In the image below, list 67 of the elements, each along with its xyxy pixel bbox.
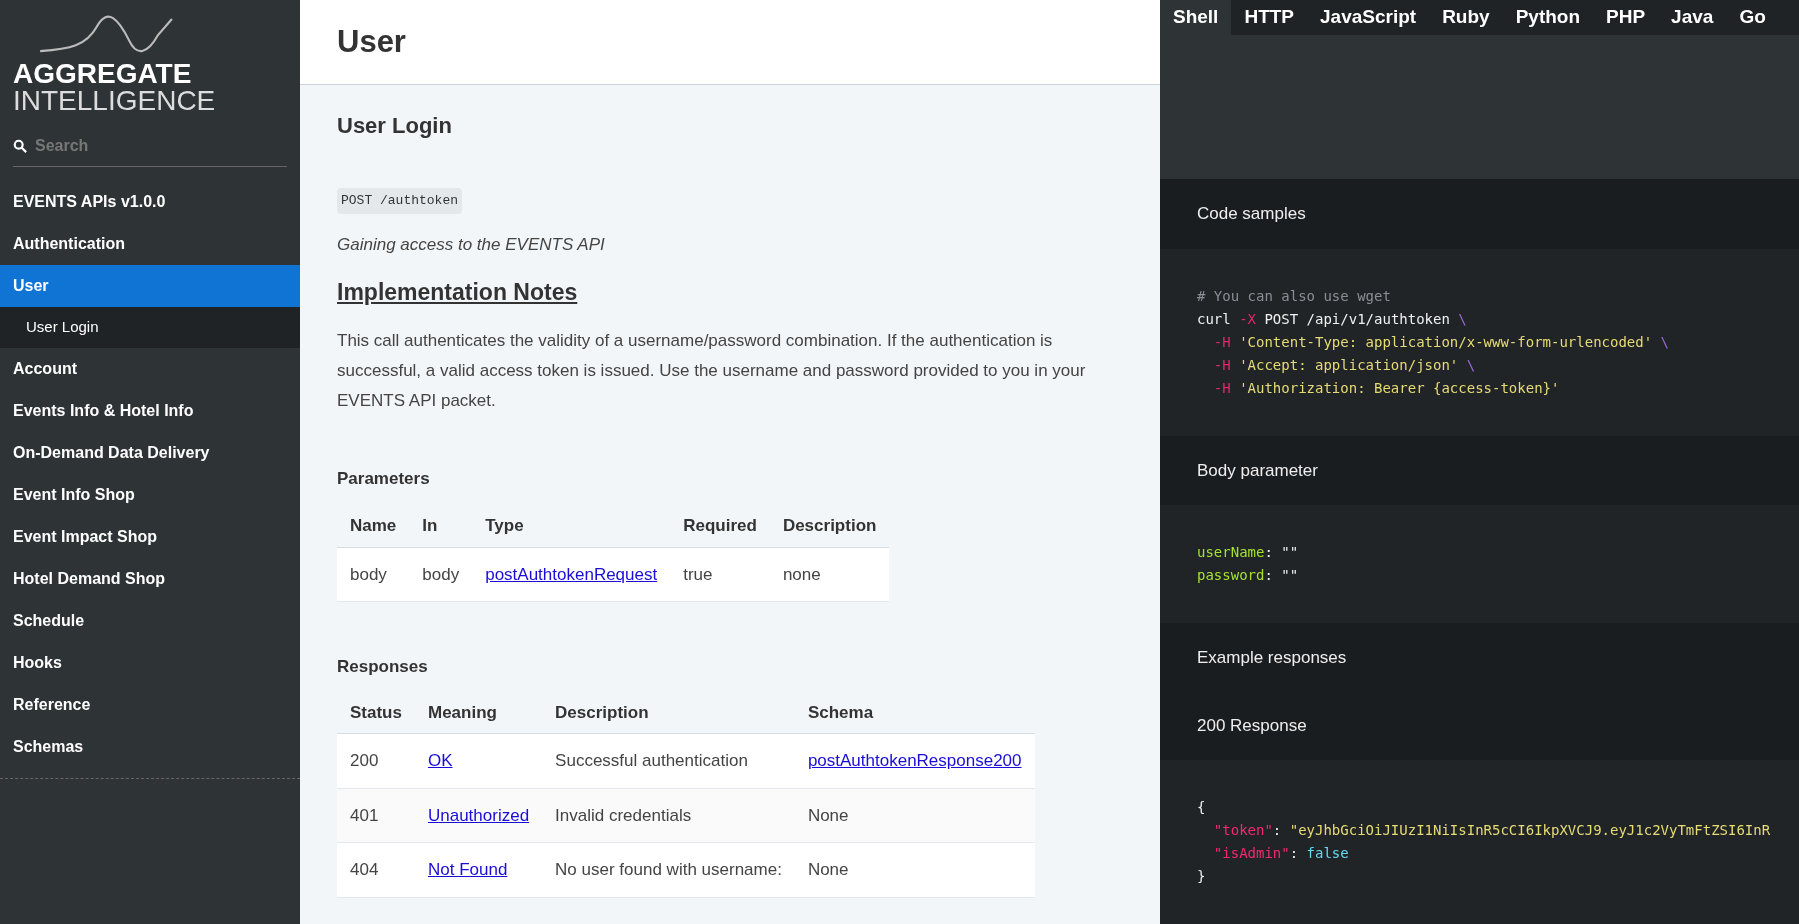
sidebar-item[interactable]: On-Demand Data Delivery [0, 431, 300, 474]
table-cell: 401 [350, 805, 379, 825]
sidebar-item[interactable]: Hooks [0, 641, 300, 684]
table-cell: body [350, 564, 387, 584]
code-section-heading: Example responses [1197, 647, 1348, 669]
language-tab[interactable]: Shell [1160, 0, 1232, 35]
summary-text: Gaining access to the EVENTS API [337, 233, 605, 256]
table-link[interactable]: postAuthtokenRequest [485, 564, 658, 584]
sidebar-item[interactable]: Event Impact Shop [0, 515, 300, 558]
page-title: User [337, 22, 406, 61]
table-cell: Successful authentication [555, 751, 748, 770]
code-block: userName: "" password: "" [1160, 505, 1799, 623]
table-cell: None [807, 805, 849, 825]
language-tab[interactable]: JavaScript [1307, 0, 1430, 35]
logo-text: AGGREGATE [13, 60, 193, 87]
sidebar-item[interactable]: Authentication [0, 223, 300, 265]
notes-text: This call authenticates the validity of a username/password combination. If the authentication is successful, a valid access token is issued. Use the username and password provided to you in your EVENTS API packet. [337, 329, 1087, 412]
sidebar-item[interactable]: Account [0, 347, 300, 390]
table-cell: true [683, 564, 713, 584]
column-header: Name [350, 516, 397, 535]
search-field[interactable]: Search [35, 134, 275, 158]
column-header: Description [555, 702, 649, 722]
column-header: Schema [807, 702, 874, 722]
table-cell: None [807, 860, 849, 879]
parameters-title: Parameters [337, 467, 430, 490]
code-section-heading: Body parameter [1197, 459, 1319, 482]
column-header: Required [683, 516, 757, 535]
section-title: User Login [337, 112, 452, 140]
sidebar-item[interactable]: Event Info Shop [0, 473, 300, 516]
table-link[interactable]: Unauthorized [427, 805, 530, 825]
table-cell: none [782, 564, 821, 584]
table-cell: Invalid credentials [555, 805, 692, 825]
table-cell: 404 [350, 860, 379, 879]
responses-title: Responses [337, 656, 428, 678]
sidebar-item[interactable]: User [0, 265, 300, 307]
sidebar-item[interactable]: Schedule [0, 599, 300, 642]
table-link[interactable]: postAuthtokenResponse200 [807, 751, 1022, 770]
column-header: Description [782, 516, 877, 535]
language-tab[interactable]: Python [1502, 0, 1594, 35]
table-cell: body [422, 564, 460, 584]
sidebar-subitem[interactable]: User Login [0, 307, 300, 348]
sidebar-item[interactable]: EVENTS APIs v1.0.0 [0, 181, 300, 223]
search-icon [13, 139, 27, 153]
code-block: # You can also use wget curl -X POST /api/v1/authtoken \ -H 'Content-Type: application/x-www-form-urlencoded' \ -H 'Accept: application/json' \ -H 'Authorization: Bearer {access-token}' [1160, 248, 1799, 436]
notes-title: Implementation Notes [337, 278, 578, 307]
table-link[interactable]: OK [427, 751, 453, 770]
sidebar-item[interactable]: Hotel Demand Shop [0, 557, 300, 600]
sidebar-item[interactable]: Events Info & Hotel Info [0, 389, 300, 432]
column-header: Meaning [427, 702, 497, 722]
code-section-heading: Code samples [1197, 203, 1307, 225]
column-header: Type [485, 516, 524, 535]
language-tab[interactable]: PHP [1593, 0, 1659, 35]
endpoint-code: POST /authtoken [337, 188, 463, 214]
sidebar-item[interactable]: Reference [0, 683, 300, 726]
language-tab[interactable]: Java [1658, 0, 1727, 35]
sidebar-item[interactable]: Schemas [0, 725, 300, 768]
language-tab[interactable]: Ruby [1429, 0, 1503, 35]
column-header: Status [350, 702, 402, 722]
table-cell: 200 [350, 751, 379, 770]
code-section-heading: 200 Response [1197, 714, 1308, 737]
table-link[interactable]: Not Found [427, 860, 508, 879]
table-cell: No user found with username: [555, 860, 782, 879]
language-tab[interactable]: HTTP [1231, 0, 1307, 35]
language-tab[interactable]: Go [1726, 0, 1779, 35]
logo-text: INTELLIGENCE [13, 87, 217, 114]
column-header: In [422, 516, 438, 535]
code-block: { "token": "eyJhbGciOiJIUzI1NiIsInR5cCI6IkpXVCJ9.eyJ1c2VyTmFtZSI6InR "isAdmin": false } [1160, 760, 1799, 924]
